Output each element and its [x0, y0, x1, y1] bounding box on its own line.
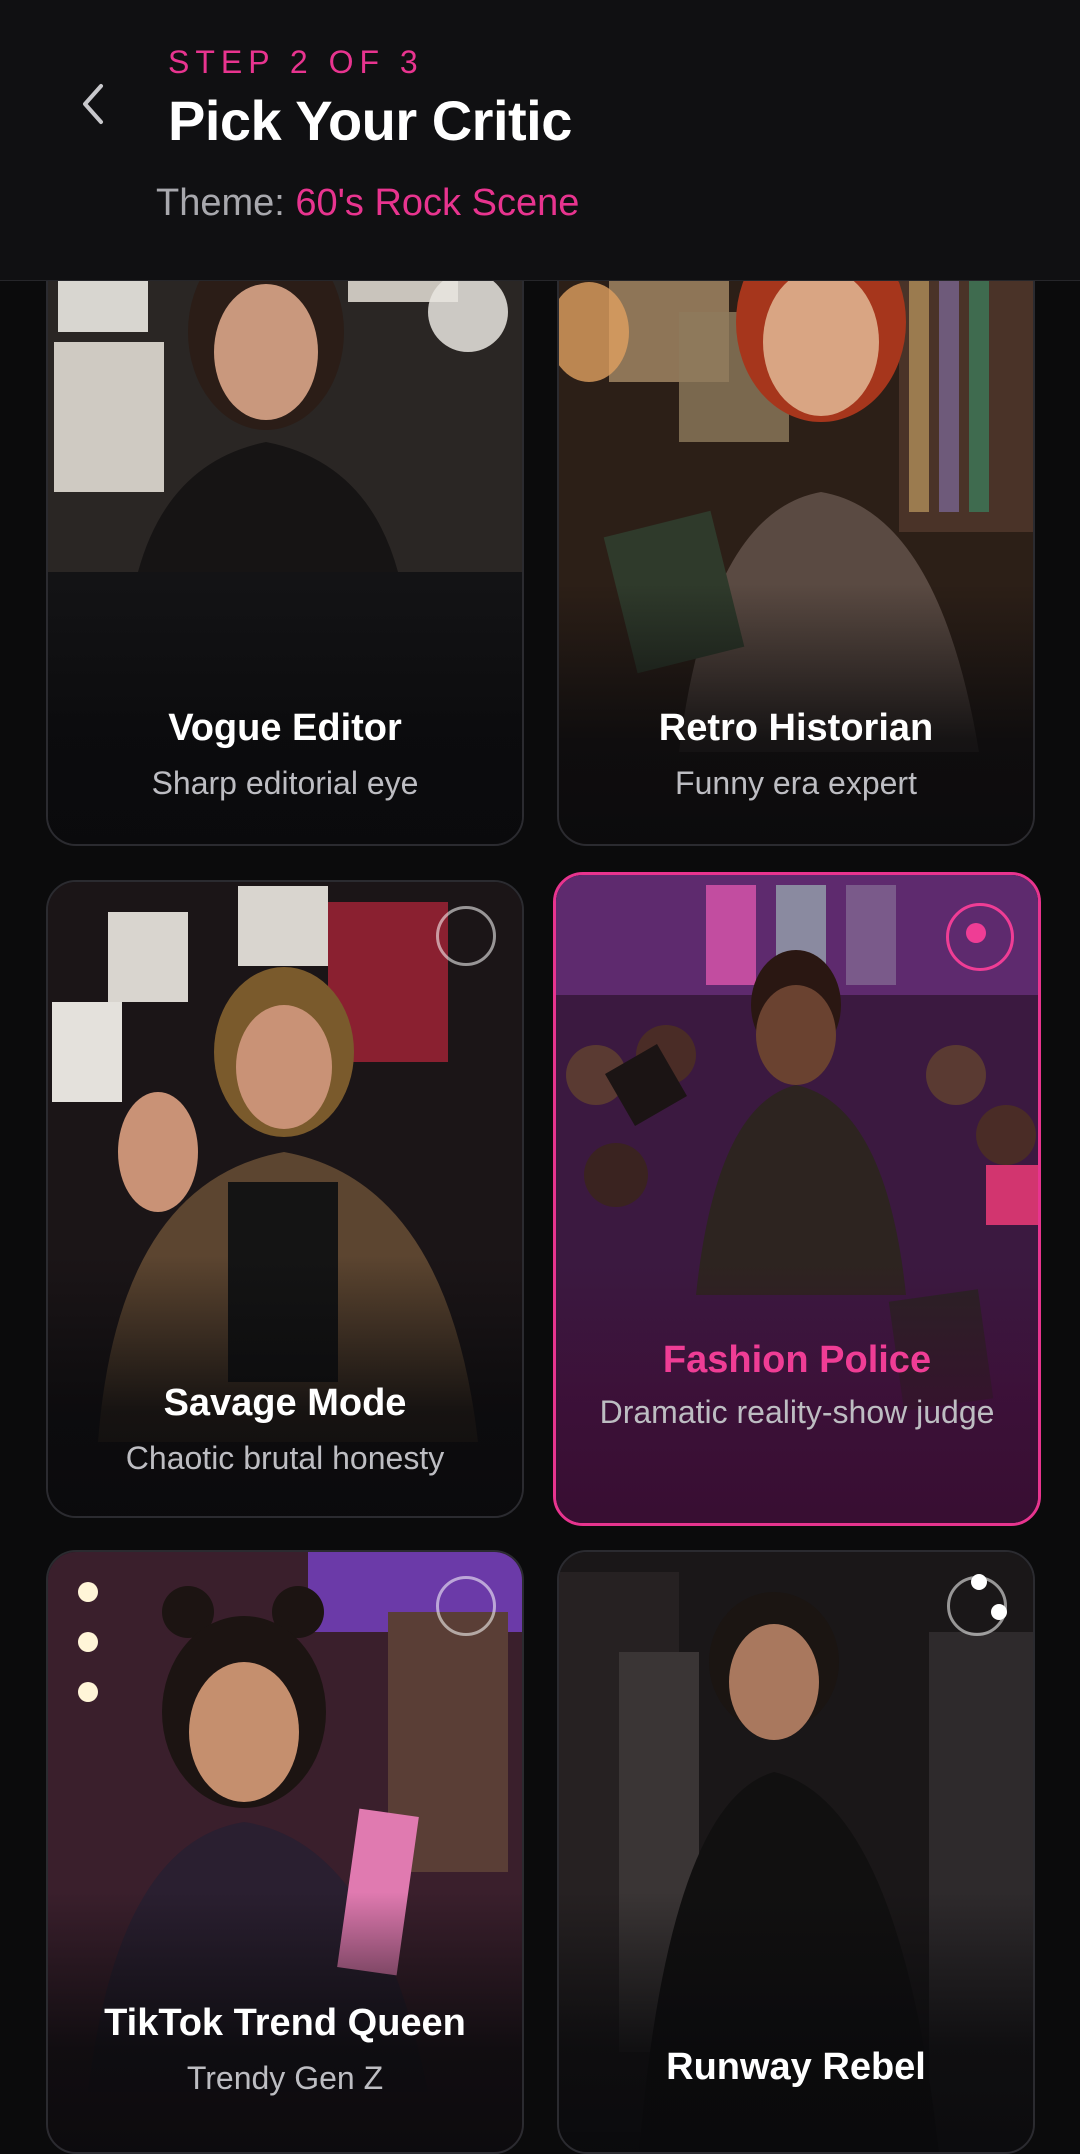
- critic-card-vogue-editor[interactable]: Vogue Editor Sharp editorial eye: [46, 190, 524, 846]
- radio-selected-icon[interactable]: [946, 903, 1014, 971]
- radio-icon[interactable]: [436, 906, 496, 966]
- critic-name: Savage Mode: [163, 1382, 407, 1424]
- app-header: STEP 2 OF 3 Pick Your Critic Theme: 60's…: [0, 0, 1080, 281]
- theme-label: Theme:: [156, 182, 285, 224]
- critic-card-retro-historian[interactable]: Retro Historian Funny era expert: [557, 190, 1035, 846]
- critic-card-runway-rebel[interactable]: Runway Rebel: [557, 1550, 1035, 2154]
- radio-icon[interactable]: [436, 1576, 496, 1636]
- card-shade: [559, 1892, 1033, 2152]
- critic-card-tiktok-trend-queen[interactable]: TikTok Trend Queen Trendy Gen Z: [46, 1550, 524, 2154]
- critic-grid: Vogue Editor Sharp editorial eye Retro H…: [0, 0, 1080, 2154]
- critic-description: Dramatic reality-show judge: [599, 1394, 995, 1430]
- critic-name: Retro Historian: [658, 707, 934, 749]
- step-indicator: STEP 2 OF 3: [168, 44, 424, 80]
- back-button[interactable]: [66, 72, 118, 136]
- page-title: Pick Your Critic: [168, 89, 572, 152]
- critic-name: Fashion Police: [662, 1339, 932, 1381]
- theme-line: Theme: 60's Rock Scene: [156, 182, 579, 225]
- theme-value: 60's Rock Scene: [295, 182, 580, 224]
- critic-description: Funny era expert: [675, 765, 917, 801]
- critic-description: Chaotic brutal honesty: [125, 1440, 445, 1476]
- chevron-left-icon: [83, 84, 103, 124]
- critic-card-fashion-police[interactable]: Fashion Police Dramatic reality-show jud…: [553, 872, 1041, 1526]
- radio-icon[interactable]: [947, 1576, 1007, 1636]
- critic-description: Sharp editorial eye: [151, 765, 419, 801]
- critic-name: TikTok Trend Queen: [104, 2002, 466, 2044]
- critic-name: Vogue Editor: [168, 707, 402, 749]
- critic-description: Trendy Gen Z: [186, 2060, 384, 2096]
- critic-name: Runway Rebel: [666, 2046, 926, 2088]
- critic-card-savage-mode[interactable]: Savage Mode Chaotic brutal honesty: [46, 880, 524, 1518]
